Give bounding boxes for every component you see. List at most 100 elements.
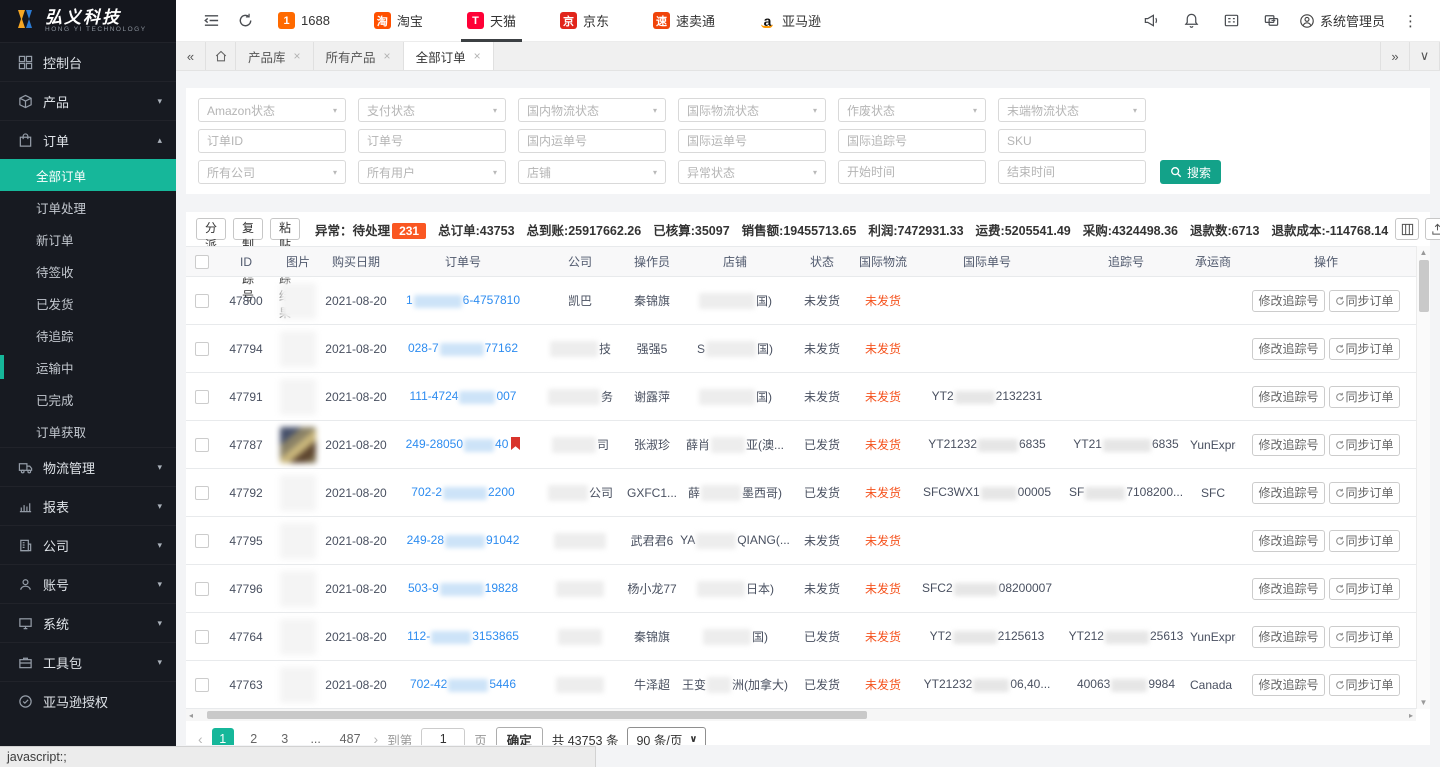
tab-amazon[interactable]: a 亚马逊: [759, 0, 821, 42]
more-options-icon[interactable]: ⋮: [1395, 12, 1426, 30]
sync-order-button[interactable]: 同步订单: [1329, 674, 1400, 696]
edit-tracking-button[interactable]: 修改追踪号: [1252, 434, 1324, 456]
export-icon[interactable]: [1425, 218, 1440, 240]
sidebar-subitem-shipped[interactable]: 已发货: [0, 287, 176, 319]
currency-exchange-icon[interactable]: [1255, 6, 1289, 36]
sync-order-button[interactable]: 同步订单: [1329, 530, 1400, 552]
edit-tracking-button[interactable]: 修改追踪号: [1252, 290, 1324, 312]
sidebar-item-reports[interactable]: 报表 ▾: [0, 486, 176, 525]
edit-tracking-button[interactable]: 修改追踪号: [1252, 386, 1324, 408]
sidebar-item-company[interactable]: 公司 ▾: [0, 525, 176, 564]
scroll-tabs-left-icon[interactable]: «: [176, 42, 206, 70]
last-mile-status-select[interactable]: 末端物流状态▾: [998, 98, 1146, 122]
paste-tracking-button[interactable]: 粘贴追踪结果: [270, 218, 300, 240]
order-number-link[interactable]: 112-3153865: [407, 629, 519, 643]
sync-order-button[interactable]: 同步订单: [1329, 578, 1400, 600]
user-menu[interactable]: 系统管理员: [1295, 11, 1389, 30]
assign-button[interactable]: 分派: [196, 218, 226, 240]
refresh-icon[interactable]: [228, 6, 262, 36]
scroll-tabs-right-icon[interactable]: »: [1380, 42, 1410, 70]
sidebar-item-orders[interactable]: 订单 ▴: [0, 120, 176, 159]
order-number-link[interactable]: 702-22200: [411, 485, 514, 499]
home-tab-icon[interactable]: [206, 42, 236, 70]
scroll-down-icon[interactable]: ▼: [1420, 698, 1428, 707]
sync-order-button[interactable]: 同步订单: [1329, 434, 1400, 456]
columns-settings-icon[interactable]: [1395, 218, 1419, 240]
order-number-link[interactable]: 028-777162: [408, 341, 518, 355]
order-id-input[interactable]: [198, 129, 346, 153]
sidebar-subitem-order-processing[interactable]: 订单处理: [0, 191, 176, 223]
tab-aliexpress[interactable]: 速 速卖通: [653, 0, 715, 42]
row-checkbox[interactable]: [195, 534, 209, 548]
order-number-link[interactable]: 503-919828: [408, 581, 518, 595]
user-select[interactable]: 所有用户▾: [358, 160, 506, 184]
row-checkbox[interactable]: [195, 342, 209, 356]
sidebar-subitem-in-transit[interactable]: 运输中: [0, 351, 176, 383]
close-icon[interactable]: ×: [474, 49, 481, 63]
void-status-select[interactable]: 作废状态▾: [838, 98, 986, 122]
row-checkbox[interactable]: [195, 438, 209, 452]
edit-tracking-button[interactable]: 修改追踪号: [1252, 578, 1324, 600]
sync-order-button[interactable]: 同步订单: [1329, 386, 1400, 408]
start-time-input[interactable]: [838, 160, 986, 184]
order-number-link[interactable]: 111-4724007: [410, 389, 517, 403]
row-checkbox[interactable]: [195, 294, 209, 308]
row-checkbox[interactable]: [195, 486, 209, 500]
horizontal-scroll-thumb[interactable]: [207, 711, 867, 719]
vertical-scroll-thumb[interactable]: [1419, 260, 1429, 312]
edit-tracking-button[interactable]: 修改追踪号: [1252, 626, 1324, 648]
edit-tracking-button[interactable]: 修改追踪号: [1252, 338, 1324, 360]
apps-grid-icon[interactable]: [1215, 6, 1249, 36]
sidebar-subitem-new-orders[interactable]: 新订单: [0, 223, 176, 255]
sidebar-subitem-to-track[interactable]: 待追踪: [0, 319, 176, 351]
tab-taobao[interactable]: 淘 淘宝: [374, 0, 423, 42]
tab-jd[interactable]: 京 京东: [560, 0, 609, 42]
intl-tracking-input[interactable]: [838, 129, 986, 153]
scroll-left-icon[interactable]: ◂: [189, 711, 193, 720]
bell-icon[interactable]: [1175, 6, 1209, 36]
sku-input[interactable]: [998, 129, 1146, 153]
vertical-scrollbar[interactable]: ▲ ▼: [1416, 246, 1430, 709]
sidebar-subitem-order-fetch[interactable]: 订单获取: [0, 415, 176, 447]
intl-waybill-input[interactable]: [678, 129, 826, 153]
payment-status-select[interactable]: 支付状态▾: [358, 98, 506, 122]
domestic-logistics-status-select[interactable]: 国内物流状态▾: [518, 98, 666, 122]
sidebar-item-products[interactable]: 产品 ▾: [0, 81, 176, 120]
tab-options-icon[interactable]: ∨: [1410, 42, 1440, 70]
sidebar-subitem-all-orders[interactable]: 全部订单: [0, 159, 176, 191]
sidebar-item-system[interactable]: 系统 ▾: [0, 603, 176, 642]
sidebar-item-accounts[interactable]: 账号 ▾: [0, 564, 176, 603]
tab-tmall[interactable]: T 天猫: [467, 0, 516, 42]
sidebar-subitem-to-sign[interactable]: 待签收: [0, 255, 176, 287]
sync-order-button[interactable]: 同步订单: [1329, 338, 1400, 360]
horizontal-scrollbar[interactable]: ◂ ▸: [186, 709, 1416, 721]
tab-all-orders[interactable]: 全部订单 ×: [404, 42, 494, 70]
sync-order-button[interactable]: 同步订单: [1329, 626, 1400, 648]
close-icon[interactable]: ×: [294, 49, 301, 63]
select-all-checkbox[interactable]: [195, 255, 209, 269]
exception-status-select[interactable]: 异常状态▾: [678, 160, 826, 184]
copy-tracking-button[interactable]: 复制追踪号: [233, 218, 263, 240]
order-number-input[interactable]: [358, 129, 506, 153]
order-number-link[interactable]: 249-2805040: [406, 437, 509, 451]
row-checkbox[interactable]: [195, 678, 209, 692]
end-time-input[interactable]: [998, 160, 1146, 184]
sidebar-item-logistics[interactable]: 物流管理 ▾: [0, 447, 176, 486]
close-icon[interactable]: ×: [384, 49, 391, 63]
edit-tracking-button[interactable]: 修改追踪号: [1252, 530, 1324, 552]
domestic-waybill-input[interactable]: [518, 129, 666, 153]
tab-all-products[interactable]: 所有产品 ×: [314, 42, 404, 70]
sync-order-button[interactable]: 同步订单: [1329, 482, 1400, 504]
sync-order-button[interactable]: 同步订单: [1329, 290, 1400, 312]
sidebar-item-toolkit[interactable]: 工具包 ▾: [0, 642, 176, 681]
row-checkbox[interactable]: [195, 390, 209, 404]
sidebar-subitem-completed[interactable]: 已完成: [0, 383, 176, 415]
sidebar-item-dashboard[interactable]: 控制台: [0, 42, 176, 81]
row-checkbox[interactable]: [195, 630, 209, 644]
tab-1688[interactable]: 1 1688: [278, 0, 330, 42]
announcement-icon[interactable]: [1135, 6, 1169, 36]
collapse-sidebar-icon[interactable]: [194, 6, 228, 36]
order-number-link[interactable]: 249-2891042: [407, 533, 520, 547]
order-number-link[interactable]: 702-425446: [410, 677, 516, 691]
order-number-link[interactable]: 16-4757810: [406, 293, 520, 307]
